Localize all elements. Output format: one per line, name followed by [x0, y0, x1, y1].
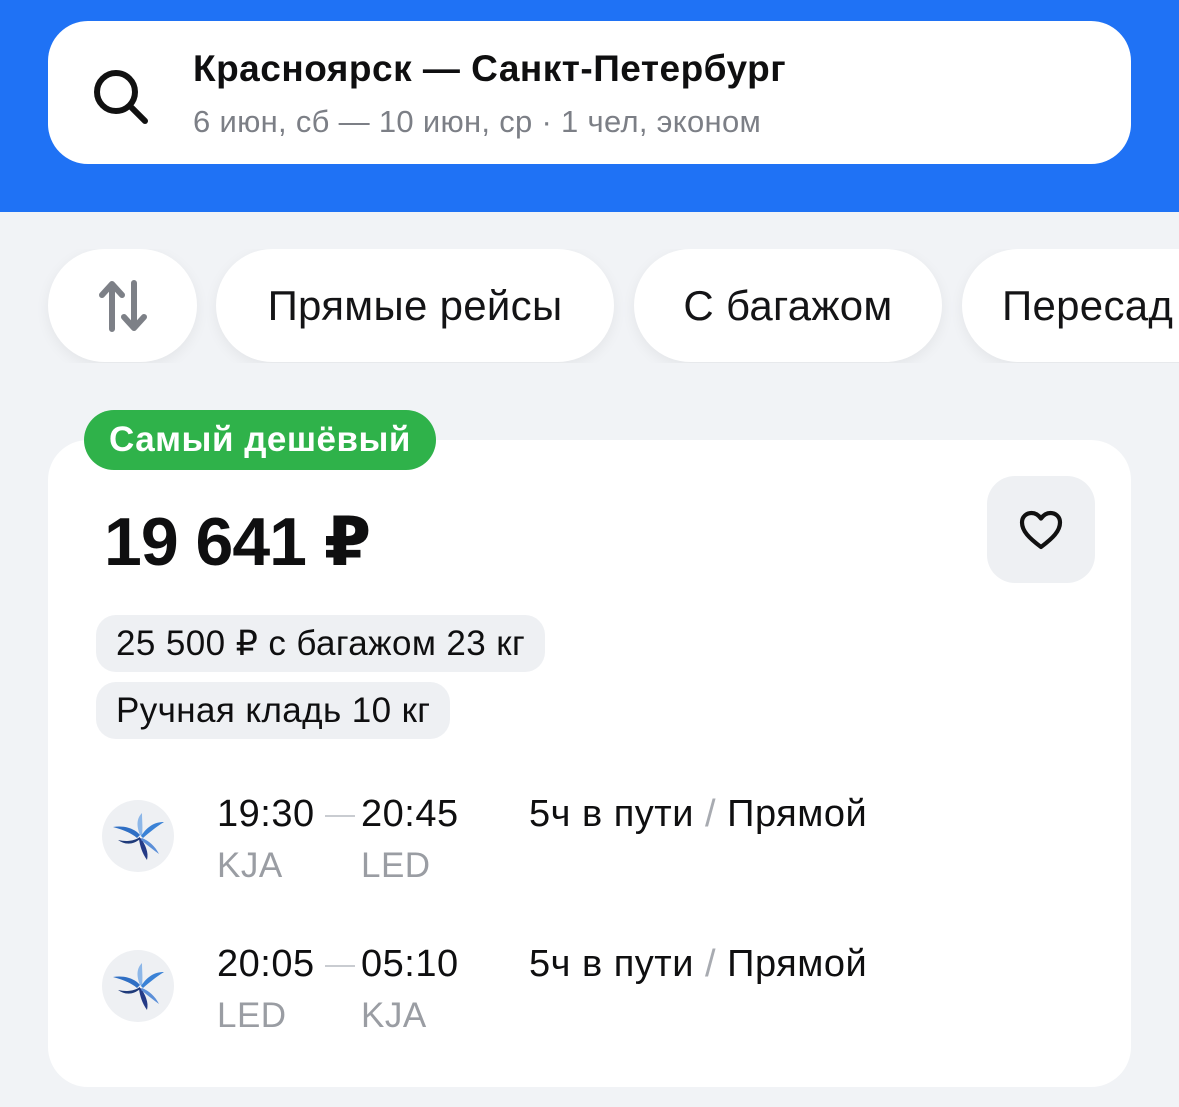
filter-with-baggage[interactable]: С багажом — [634, 249, 942, 362]
hand-luggage-tag: Ручная кладь 10 кг — [96, 682, 451, 739]
favorite-button[interactable] — [987, 476, 1095, 583]
baggage-price-tag[interactable]: 25 500 ₽ с багажом 23 кг — [96, 615, 546, 672]
departure-time: 20:05 — [217, 943, 315, 985]
departure-time: 19:30 — [217, 793, 315, 835]
arrival-time: 20:45 — [361, 793, 459, 835]
flight-leg-return: 20:05 05:10 LED KJA 5ч в пути / Прямой — [0, 940, 1179, 1040]
airline-bird-icon — [113, 963, 164, 1010]
cheapest-badge: Самый дешёвый — [84, 410, 436, 470]
arrival-airport: LED — [361, 846, 431, 885]
airline-logo — [102, 950, 174, 1022]
search-icon — [94, 70, 148, 124]
filter-bar: Прямые рейсы С багажом Пересад — [0, 249, 1179, 363]
search-details: 6 июн, сб — 10 июн, ср · 1 чел, эконом — [193, 104, 762, 139]
airline-bird-icon — [113, 813, 164, 860]
flight-leg-outbound: 19:30 20:45 KJA LED 5ч в пути / Прямой — [0, 790, 1179, 890]
offer-price: 19 641 ₽ — [104, 504, 371, 580]
flight-duration: 5ч в пути / Прямой — [529, 793, 867, 836]
arrival-time: 05:10 — [361, 943, 459, 985]
filter-direct-flights[interactable]: Прямые рейсы — [216, 249, 614, 362]
flight-type: Прямой — [727, 793, 868, 835]
duration-slash: / — [705, 793, 717, 835]
airline-logo — [102, 800, 174, 872]
flight-type: Прямой — [727, 943, 868, 985]
time-separator — [325, 815, 355, 817]
sort-button[interactable] — [48, 249, 197, 362]
duration-text: 5ч в пути — [529, 943, 694, 985]
arrival-airport: KJA — [361, 996, 427, 1035]
departure-airport: KJA — [217, 846, 283, 885]
departure-airport: LED — [217, 996, 287, 1035]
duration-text: 5ч в пути — [529, 793, 694, 835]
sort-arrows-icon — [98, 279, 147, 332]
flight-duration: 5ч в пути / Прямой — [529, 943, 867, 986]
heart-icon — [1019, 510, 1063, 549]
route-title: Красноярск — Санкт-Петербург — [193, 48, 787, 89]
filter-transfers[interactable]: Пересад — [962, 249, 1179, 362]
search-summary[interactable] — [48, 21, 1131, 164]
time-separator — [325, 965, 355, 967]
duration-slash: / — [705, 943, 717, 985]
